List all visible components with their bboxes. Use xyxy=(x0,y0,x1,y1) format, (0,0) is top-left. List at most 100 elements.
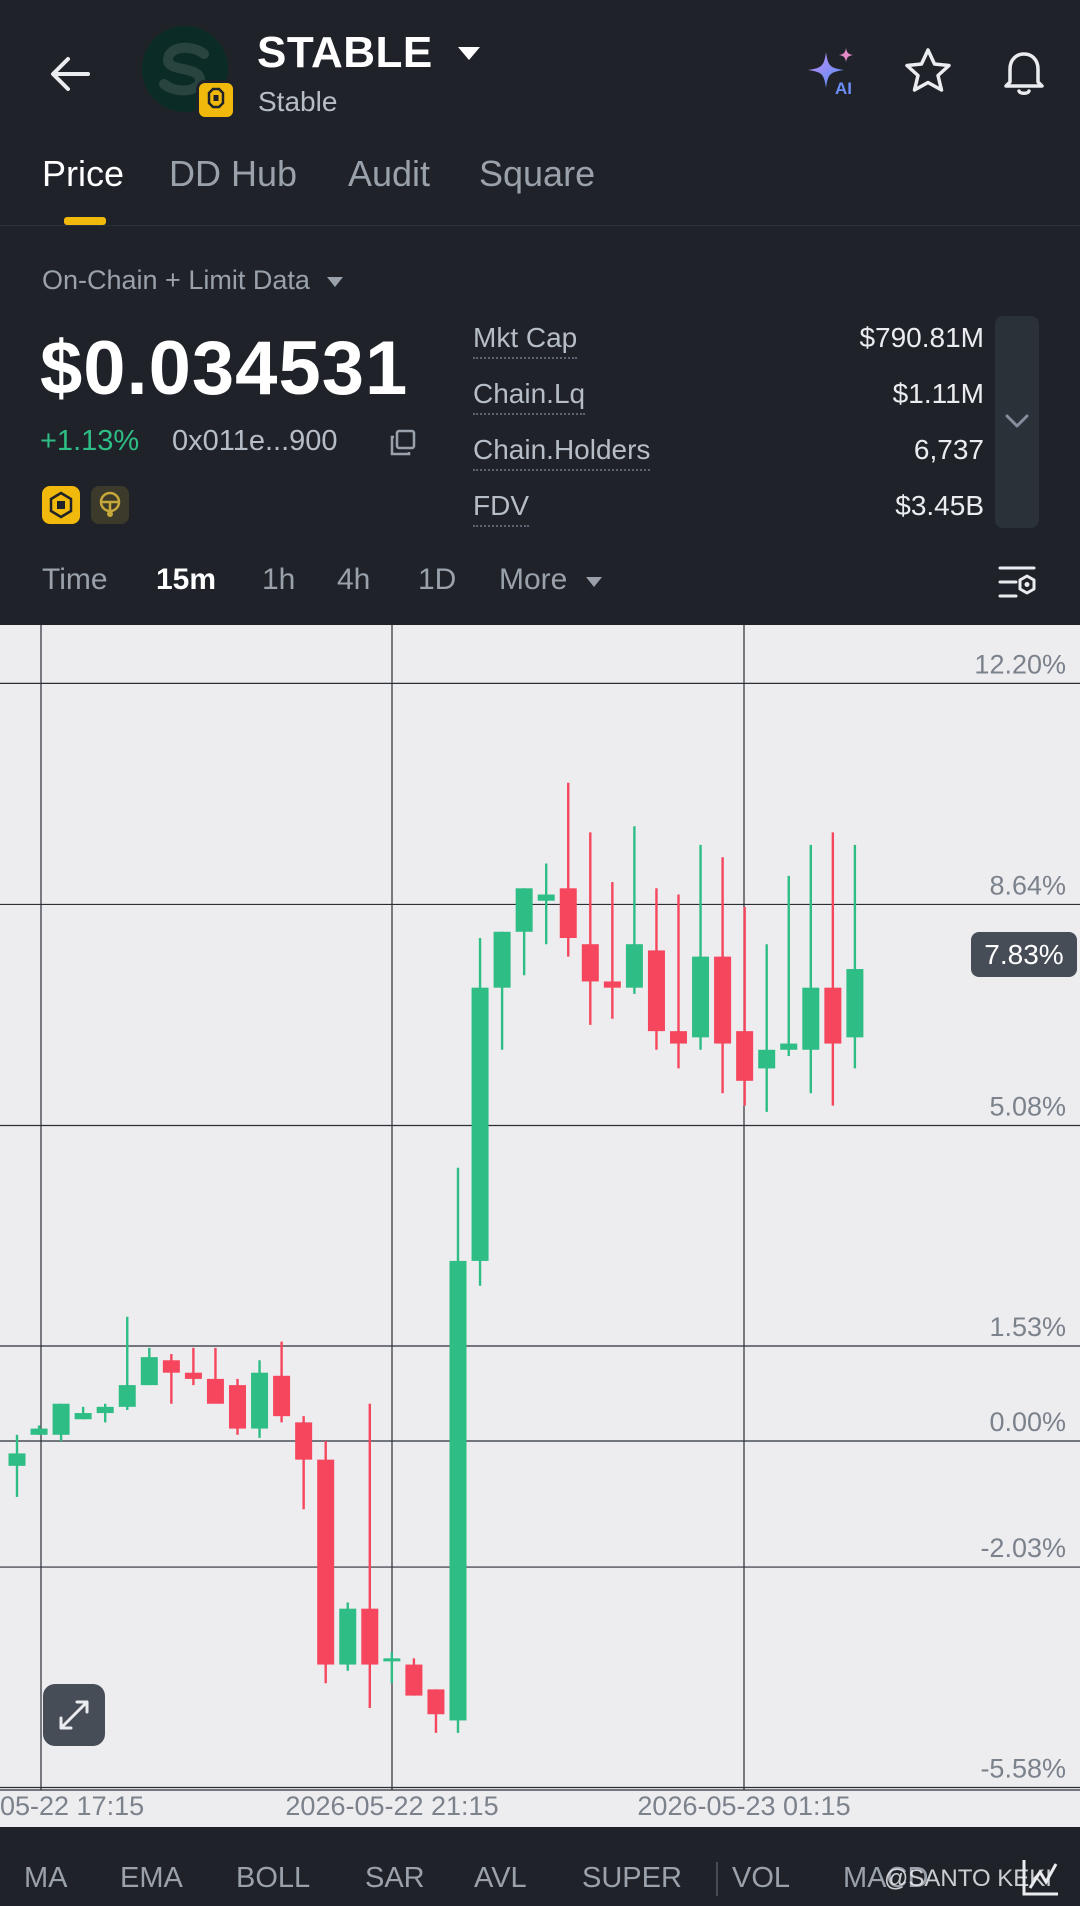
indicator-sar[interactable]: SAR xyxy=(365,1862,425,1895)
candle-body xyxy=(515,888,533,932)
copy-icon[interactable] xyxy=(388,428,418,458)
fullscreen-button[interactable] xyxy=(43,1684,105,1746)
candle xyxy=(625,826,643,994)
candle xyxy=(405,1658,423,1696)
candle xyxy=(184,1347,202,1386)
x-tick-label: 2026-05-23 01:15 xyxy=(637,1791,850,1821)
stat-label-chain-lq[interactable]: Chain.Lq xyxy=(473,378,586,415)
y-tick-label: 8.64% xyxy=(989,870,1066,900)
timeframe-4h[interactable]: 4h xyxy=(337,563,370,597)
chart-svg: 12.20% 8.64% 5.08% 1.53% 0.00% -2.03% -5.58% 05… xyxy=(0,625,1080,1821)
candle-body xyxy=(96,1406,114,1414)
tab-square[interactable]: Square xyxy=(479,153,595,195)
candle xyxy=(52,1403,70,1441)
stat-label-mkt-cap[interactable]: Mkt Cap xyxy=(473,322,578,359)
candle-body xyxy=(118,1385,136,1407)
indicator-boll[interactable]: BOLL xyxy=(236,1862,310,1895)
candle-body xyxy=(559,888,577,938)
tab-audit[interactable]: Audit xyxy=(348,153,430,195)
candle xyxy=(515,888,533,976)
candle xyxy=(162,1354,180,1404)
y-tick-label: 12.20% xyxy=(974,649,1066,679)
candle-body xyxy=(846,969,864,1038)
candle xyxy=(603,882,621,1019)
x-tick-label: 05-22 17:15 xyxy=(0,1791,144,1821)
timeframe-more-label: More xyxy=(499,563,568,596)
ai-sparkle-icon[interactable]: AI xyxy=(802,42,862,102)
tab-dd-hub[interactable]: DD Hub xyxy=(169,153,297,195)
candle-body xyxy=(317,1459,335,1665)
candle xyxy=(251,1360,269,1438)
token-title[interactable]: STABLE xyxy=(257,28,433,78)
candle xyxy=(714,857,732,1094)
candle xyxy=(361,1403,379,1709)
timeframe-15m[interactable]: 15m xyxy=(156,563,216,597)
star-icon[interactable] xyxy=(898,42,958,102)
stats-expand-button[interactable] xyxy=(995,316,1039,528)
chart-settings-icon[interactable] xyxy=(996,562,1038,602)
candle-body xyxy=(537,894,555,901)
candle xyxy=(383,1652,401,1684)
candle-body xyxy=(692,956,710,1038)
stat-label-fdv[interactable]: FDV xyxy=(473,490,529,527)
candle xyxy=(692,844,710,1050)
header: STABLE Stable AI Price DD Hub Audit Squa… xyxy=(0,0,1080,225)
candle-body xyxy=(449,1260,467,1721)
indicator-ema[interactable]: EMA xyxy=(120,1862,183,1895)
y-tick-label: -2.03% xyxy=(980,1533,1066,1563)
audit-shield-icon[interactable] xyxy=(91,486,129,524)
candle-body xyxy=(8,1453,26,1466)
timeframe-time[interactable]: Time xyxy=(42,563,108,597)
candle xyxy=(317,1441,335,1684)
candle-body xyxy=(251,1372,269,1429)
candle-body xyxy=(603,981,621,988)
stat-label-chain-holders[interactable]: Chain.Holders xyxy=(473,434,651,471)
candle-body xyxy=(471,987,489,1261)
candle xyxy=(449,1167,467,1733)
candle xyxy=(758,944,776,1112)
bell-icon[interactable] xyxy=(994,42,1054,102)
candle xyxy=(118,1316,136,1410)
data-source-label: On-Chain + Limit Data xyxy=(42,265,310,295)
timeframe-more[interactable]: More xyxy=(499,563,604,597)
data-source-selector[interactable]: On-Chain + Limit Data xyxy=(42,265,345,296)
tab-bar: Price DD Hub Audit Square xyxy=(0,145,1080,225)
candle xyxy=(780,875,798,1056)
candle-body xyxy=(30,1428,48,1435)
price-change: +1.13% xyxy=(40,425,140,457)
candle xyxy=(74,1406,92,1420)
indicator-vol[interactable]: VOL xyxy=(732,1862,790,1895)
indicator-super[interactable]: SUPER xyxy=(582,1862,682,1895)
candle xyxy=(206,1347,224,1404)
bnb-chain-icon[interactable] xyxy=(42,486,80,524)
y-tick-label: 1.53% xyxy=(989,1312,1066,1342)
candle xyxy=(493,931,511,1050)
candle xyxy=(736,906,754,1106)
timeframe-1d[interactable]: 1D xyxy=(418,563,456,597)
candle xyxy=(581,832,599,1025)
token-dropdown-caret-icon[interactable] xyxy=(456,44,482,62)
chart-tools-icon[interactable] xyxy=(1018,1856,1060,1898)
svg-text:AI: AI xyxy=(835,79,852,98)
candlestick-chart[interactable]: 12.20% 8.64% 5.08% 1.53% 0.00% -2.03% -5.58% 05… xyxy=(0,625,1080,1827)
header-divider xyxy=(0,225,1080,226)
candle-body xyxy=(140,1357,158,1386)
more-caret-icon xyxy=(585,577,602,587)
candle xyxy=(537,863,555,945)
candle xyxy=(96,1403,114,1423)
candle-body xyxy=(295,1422,313,1460)
timeframe-1h[interactable]: 1h xyxy=(262,563,295,597)
candle-body xyxy=(229,1385,246,1429)
candle xyxy=(295,1416,313,1510)
indicator-ma[interactable]: MA xyxy=(24,1862,68,1895)
tab-price[interactable]: Price xyxy=(42,153,124,195)
candle xyxy=(670,894,687,1069)
candle-body xyxy=(361,1608,379,1665)
stat-value-chain-holders: 6,737 xyxy=(913,434,984,465)
indicator-avl[interactable]: AVL xyxy=(474,1862,527,1895)
current-price: $0.034531 xyxy=(40,326,409,411)
candle-body xyxy=(670,1031,687,1044)
back-arrow-icon[interactable] xyxy=(40,44,100,104)
candle-body xyxy=(52,1403,70,1435)
candle xyxy=(30,1425,48,1435)
